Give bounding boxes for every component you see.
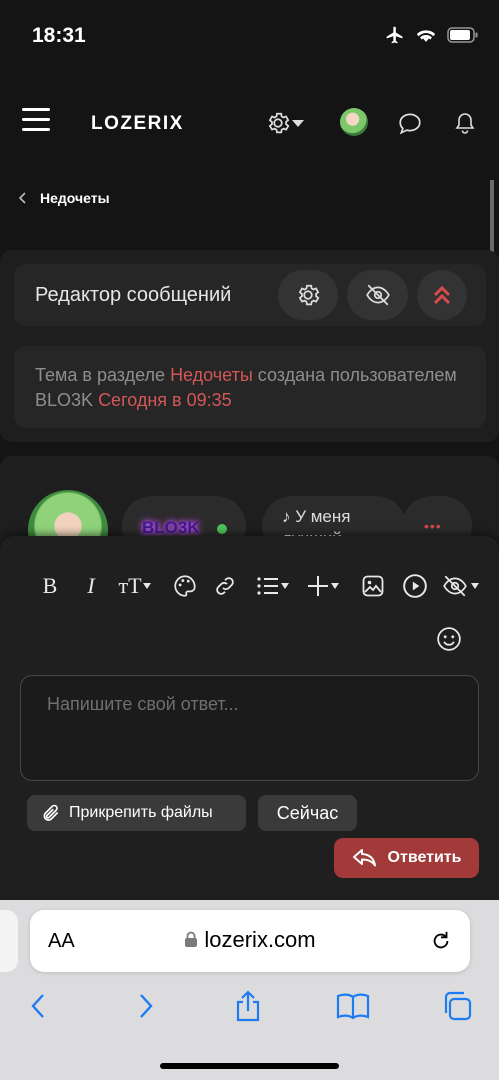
breadcrumb-label: Недочеты <box>40 190 110 206</box>
chat-bubble-icon <box>399 113 421 135</box>
caret-down-icon <box>331 583 339 589</box>
emoji-button[interactable] <box>434 623 464 655</box>
list-icon <box>257 577 278 595</box>
link-icon <box>216 577 234 595</box>
text-size-button[interactable]: тT <box>114 570 156 602</box>
status-bar: 18:31 <box>0 0 499 70</box>
breadcrumb[interactable]: Недочеты <box>18 190 110 206</box>
info-middle: создана пользователем <box>252 365 457 385</box>
palette-icon <box>174 575 196 597</box>
back-button[interactable] <box>18 986 58 1026</box>
reply-label: Ответить <box>387 849 462 866</box>
site-logo[interactable]: LOZERIX <box>91 113 184 135</box>
info-section-link[interactable]: Недочеты <box>170 365 253 385</box>
caret-down-icon <box>281 583 289 589</box>
double-chevron-up-icon <box>433 285 451 305</box>
browser-toolbar: AA lozerix.com <box>0 900 499 1080</box>
tabs-button[interactable] <box>437 986 477 1026</box>
chevron-left-icon <box>31 994 44 1018</box>
image-button[interactable] <box>358 570 388 602</box>
status-icons <box>385 25 479 45</box>
italic-button[interactable]: I <box>80 570 102 602</box>
chevron-right-icon <box>140 994 153 1018</box>
play-circle-icon <box>403 574 427 598</box>
reply-button[interactable]: Ответить <box>334 838 479 878</box>
tabs-icon <box>444 991 472 1021</box>
bookmarks-button[interactable] <box>333 986 373 1026</box>
share-icon <box>236 990 260 1022</box>
battery-icon <box>447 27 478 43</box>
eye-off-icon <box>443 575 467 597</box>
editor-card: Редактор сообщений <box>14 264 486 326</box>
url-text: lozerix.com <box>204 927 316 952</box>
attach-files-button[interactable]: Прикрепить файлы <box>27 795 246 831</box>
notifications-button[interactable] <box>448 106 482 140</box>
color-button[interactable] <box>170 570 200 602</box>
plus-icon <box>308 576 328 596</box>
chevron-left-icon <box>18 192 26 204</box>
link-button[interactable] <box>210 570 240 602</box>
text-size-label: тT <box>118 573 142 598</box>
previous-tab-peek[interactable] <box>0 910 18 972</box>
post-status-line1: ♪ У меня <box>282 507 351 526</box>
reply-arrow-icon <box>352 849 376 867</box>
caret-down-icon <box>292 120 304 127</box>
bold-button[interactable]: B <box>38 570 62 602</box>
post-username: BLO3K <box>142 518 200 537</box>
caret-down-icon <box>142 583 151 589</box>
share-button[interactable] <box>228 986 268 1026</box>
reply-composer: B I тT Напишите свой ответ... Прикрепить… <box>0 536 499 900</box>
wifi-icon <box>416 30 436 42</box>
menu-icon[interactable] <box>22 108 50 132</box>
caret-down-icon <box>471 583 479 589</box>
status-time: 18:31 <box>32 24 86 47</box>
paperclip-icon <box>43 804 59 821</box>
browser-nav <box>0 986 499 1026</box>
address-bar[interactable]: AA lozerix.com <box>30 910 470 972</box>
smiley-icon <box>437 627 461 651</box>
book-icon <box>336 993 370 1020</box>
airplane-icon <box>386 26 403 44</box>
eye-off-icon <box>365 284 390 306</box>
info-author[interactable]: BLO3K <box>35 390 93 410</box>
hide-thread-button[interactable] <box>347 270 408 320</box>
editor-settings-button[interactable] <box>278 270 338 320</box>
thread-info: Тема в разделе Недочеты создана пользова… <box>14 346 486 428</box>
gear-icon <box>268 112 290 134</box>
now-button[interactable]: Сейчас <box>258 795 357 831</box>
settings-dropdown[interactable] <box>258 106 312 140</box>
forward-button[interactable] <box>126 986 166 1026</box>
app-header: LOZERIX <box>0 70 499 180</box>
spoiler-button[interactable] <box>438 570 482 602</box>
home-indicator <box>160 1063 339 1069</box>
insert-button[interactable] <box>302 570 344 602</box>
media-button[interactable] <box>400 570 430 602</box>
reply-input[interactable]: Напишите свой ответ... <box>20 675 479 781</box>
scroll-top-button[interactable] <box>417 270 467 320</box>
reload-icon[interactable] <box>430 929 452 953</box>
more-dots-icon: ••• <box>424 518 442 534</box>
attach-files-label: Прикрепить файлы <box>69 804 213 821</box>
image-icon <box>362 575 384 597</box>
online-indicator <box>217 524 227 534</box>
url-display[interactable]: lozerix.com <box>30 927 470 953</box>
gear-icon <box>298 284 320 306</box>
lock-icon <box>185 931 198 947</box>
info-time[interactable]: Сегодня в 09:35 <box>98 390 232 410</box>
conversations-button[interactable] <box>393 106 427 140</box>
info-prefix: Тема в разделе <box>35 365 171 385</box>
editor-title: Редактор сообщений <box>35 284 232 306</box>
user-avatar[interactable] <box>340 108 368 136</box>
list-button[interactable] <box>252 570 294 602</box>
bell-icon <box>455 113 475 134</box>
